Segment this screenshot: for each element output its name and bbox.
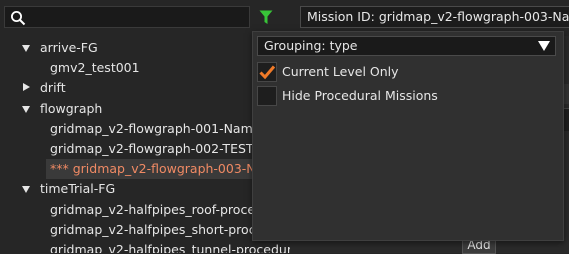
- checkbox-label: Hide Procedural Missions: [282, 88, 438, 103]
- tree-group[interactable]: drift: [0, 78, 290, 98]
- mission-id-field[interactable]: Mission ID: gridmap_v2-flowgraph-003-Nam…: [300, 6, 569, 28]
- tree-item[interactable]: gridmap_v2-halfpipes_tunnel-procedural: [46, 240, 290, 253]
- mission-tree: arrive-FG gmv2_test001drift flowgraph gridm…: [0, 36, 290, 253]
- hide-procedural-checkbox[interactable]: [257, 86, 277, 106]
- filter-button[interactable]: [255, 6, 277, 28]
- checkmark-icon: [259, 65, 276, 80]
- grouping-value: Grouping: type: [264, 38, 358, 53]
- expand-arrow-icon[interactable]: [22, 105, 30, 113]
- tree-item-label: timeTrial-FG: [40, 181, 116, 197]
- tree-item-label: drift: [40, 80, 66, 96]
- collapse-arrow-icon[interactable]: [23, 83, 30, 92]
- expand-arrow-icon[interactable]: [22, 186, 30, 194]
- dropdown-arrow-icon: [538, 41, 550, 51]
- checkbox-label: Current Level Only: [282, 64, 399, 79]
- tree-item-label: gmv2_test001: [50, 60, 140, 76]
- mission-id-label: Mission ID:: [307, 9, 375, 24]
- funnel-icon: [259, 10, 273, 24]
- tree-group[interactable]: flowgraph: [0, 99, 290, 119]
- tree-item-label: *** gridmap_v2-flowgraph-003-Name: [50, 161, 284, 177]
- tree-item-label: gridmap_v2-halfpipes_tunnel-procedural: [50, 242, 290, 253]
- tree-item-label: arrive-FG: [40, 40, 98, 55]
- expand-arrow-icon[interactable]: [22, 45, 30, 52]
- tree-group[interactable]: timeTrial-FG: [0, 179, 290, 199]
- mission-id-value: gridmap_v2-flowgraph-003-Name: [378, 9, 569, 24]
- search-input[interactable]: [4, 6, 250, 28]
- search-icon: [11, 11, 26, 26]
- grouping-dropdown[interactable]: Grouping: type: [257, 36, 556, 56]
- current-level-only-checkbox[interactable]: [257, 62, 277, 82]
- tree-item-label: flowgraph: [40, 100, 103, 116]
- tree-group[interactable]: arrive-FG: [0, 38, 290, 58]
- tree-item-label: gridmap_v2-flowgraph-001-Name: [50, 120, 261, 136]
- filter-popup: Grouping: type Current Level Only Hide Pr…: [252, 31, 564, 241]
- tree-item-label: gridmap_v2-flowgraph-002-TEST: [50, 141, 254, 156]
